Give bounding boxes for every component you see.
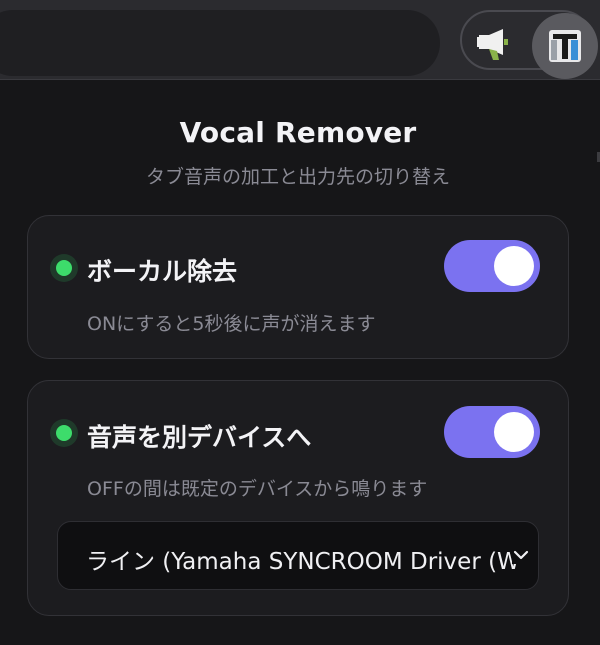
output-device-toggle[interactable]	[444, 406, 540, 458]
output-device-select[interactable]: ライン (Yamaha SYNCROOM Driver (W	[57, 521, 539, 590]
toggle-knob	[494, 412, 534, 452]
vocal-remover-extension-icon	[549, 30, 581, 62]
output-device-status-indicator	[50, 419, 78, 447]
toggle-knob	[494, 246, 534, 286]
megaphone-icon[interactable]	[475, 27, 511, 61]
vocal-remover-extension-button[interactable]	[532, 13, 598, 79]
browser-toolbar	[0, 0, 600, 80]
output-device-description: OFFの間は既定のデバイスから鳴ります	[87, 478, 428, 500]
selected-device-text: ライン (Yamaha SYNCROOM Driver (W	[86, 549, 520, 575]
address-bar[interactable]	[0, 10, 440, 76]
status-dot	[56, 425, 72, 441]
status-dot	[56, 260, 72, 276]
output-device-label: 音声を別デバイスへ	[87, 423, 312, 452]
popup-title: Vocal Remover	[179, 116, 417, 149]
vocal-removal-label: ボーカル除去	[87, 257, 238, 286]
popup-subtitle: タブ音声の加工と出力先の切り替え	[145, 166, 450, 188]
chevron-down-icon	[512, 546, 530, 564]
vocal-removal-status-indicator	[50, 254, 78, 282]
vocal-removal-toggle[interactable]	[444, 240, 540, 292]
vocal-removal-description: ONにすると5秒後に声が消えます	[87, 313, 376, 335]
